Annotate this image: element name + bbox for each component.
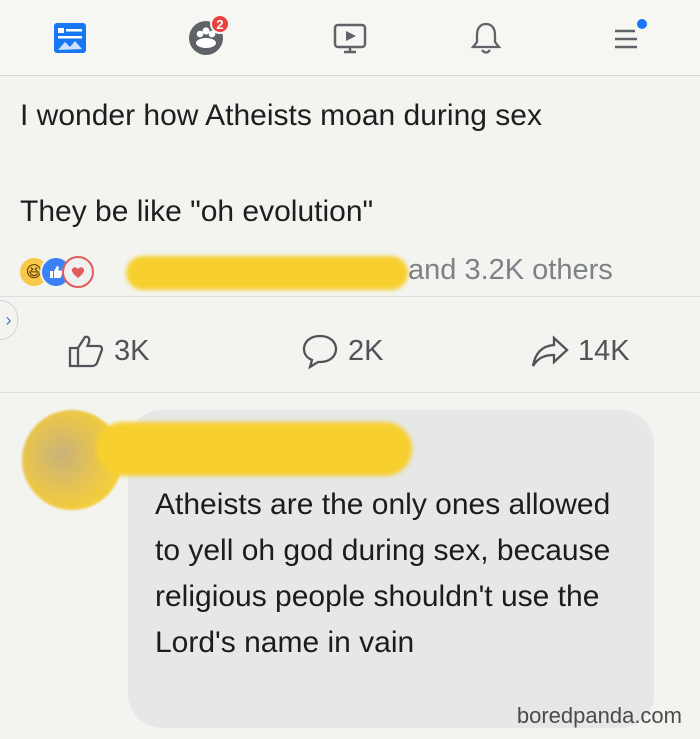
- share-count: 14K: [578, 334, 630, 367]
- love-reaction-icon: [62, 256, 94, 288]
- redacted-commenter-name: [96, 422, 412, 476]
- watch-icon[interactable]: [328, 16, 372, 60]
- menu-icon[interactable]: [604, 16, 648, 60]
- divider: [0, 296, 700, 297]
- thumbs-up-icon: [68, 335, 104, 368]
- friends-badge: 2: [210, 14, 230, 34]
- share-icon: [531, 335, 569, 367]
- top-nav-bar: 2: [0, 0, 700, 76]
- redacted-names: [126, 256, 408, 290]
- share-button[interactable]: 14K: [530, 332, 630, 370]
- comment-button[interactable]: 2K: [300, 332, 383, 370]
- post-text-line-1: I wonder how Atheists moan during sex: [20, 99, 542, 132]
- watermark: boredpanda.com: [516, 703, 682, 728]
- comment-icon: [302, 334, 338, 370]
- post-action-bar: 3K 2K 14K: [0, 324, 700, 380]
- reaction-count: and 3.2K others: [408, 254, 613, 286]
- divider: [0, 392, 700, 393]
- friends-icon[interactable]: 2: [184, 14, 230, 60]
- menu-notification-dot: [637, 19, 647, 29]
- reactions-summary[interactable]: 😆 and 3.2K others: [18, 252, 678, 292]
- news-feed-icon[interactable]: [48, 16, 92, 60]
- post-text-line-2: They be like "oh evolution": [20, 195, 374, 228]
- comment-count: 2K: [348, 334, 384, 367]
- like-button[interactable]: 3K: [66, 332, 149, 370]
- like-count: 3K: [114, 334, 150, 367]
- notifications-icon[interactable]: [464, 16, 508, 60]
- comment-text: Atheists are the only ones allowed to ye…: [155, 488, 611, 659]
